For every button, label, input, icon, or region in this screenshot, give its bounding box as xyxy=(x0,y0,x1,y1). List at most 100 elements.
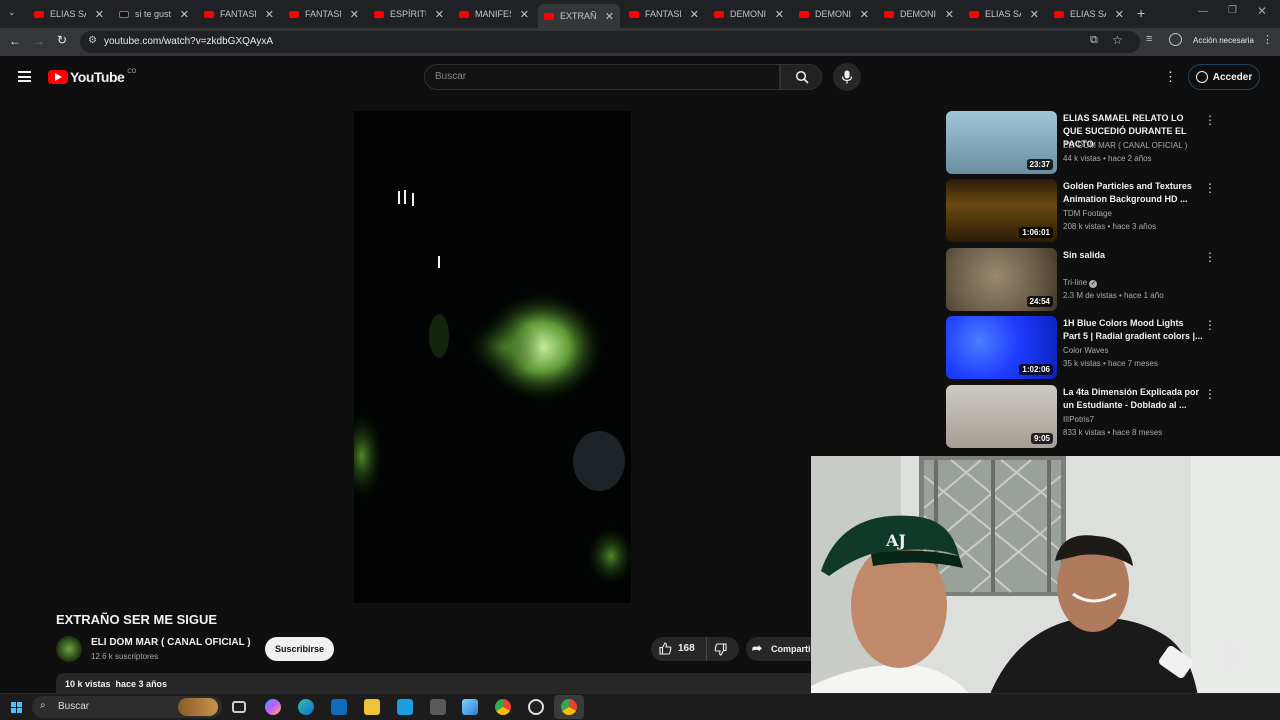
tab-search-chevron-icon[interactable]: ⌄ xyxy=(8,7,16,18)
install-app-icon[interactable]: ⧉ xyxy=(1090,34,1098,47)
back-arrow-icon[interactable]: ← xyxy=(9,34,21,48)
recommendation-channel-name: ELI DOM MAR ( CANAL OFICIAL ) xyxy=(1063,141,1188,150)
browser-tab[interactable]: MANIFEST ✕ xyxy=(453,4,535,24)
more-actions-icon[interactable]: ⋮ xyxy=(1204,113,1216,127)
search-input[interactable]: Buscar xyxy=(424,64,780,90)
tab-close-icon[interactable]: ✕ xyxy=(180,8,189,21)
minimize-window-button[interactable]: — xyxy=(1198,6,1208,17)
recommendation-item[interactable]: 23:37 ELIAS SAMAEL RELATO LO QUE SUCEDIÓ … xyxy=(946,111,1226,175)
signin-button[interactable]: Acceder xyxy=(1188,64,1260,90)
tab-close-icon[interactable]: ✕ xyxy=(350,8,359,21)
video-thumbnail[interactable]: 1:06:01 xyxy=(946,179,1057,242)
browser-tab[interactable]: si te gusta ✕ xyxy=(113,4,195,24)
more-actions-icon[interactable]: ⋮ xyxy=(1204,181,1216,195)
dislike-button[interactable] xyxy=(708,637,739,661)
more-actions-icon[interactable]: ⋮ xyxy=(1204,250,1216,264)
close-window-button[interactable]: ✕ xyxy=(1257,4,1267,18)
bookmark-star-icon[interactable]: ☆ xyxy=(1112,33,1123,47)
profile-icon[interactable] xyxy=(1169,33,1182,46)
tab-close-icon[interactable]: ✕ xyxy=(265,8,274,21)
file-explorer-icon[interactable] xyxy=(364,699,380,715)
tab-close-icon[interactable]: ✕ xyxy=(860,8,869,21)
address-bar[interactable]: ⚙ youtube.com/watch?v=zkdbGXQAyxA ⧉ ☆ xyxy=(80,31,1140,53)
browser-tab-label: ELIAS SAM xyxy=(50,9,86,19)
share-button[interactable]: ➦ Compartir xyxy=(746,637,816,661)
browser-tab[interactable]: DEMONIO ✕ xyxy=(878,4,960,24)
recommendation-title[interactable]: Golden Particles and Textures Animation … xyxy=(1063,180,1203,206)
voice-search-button[interactable] xyxy=(833,63,861,91)
outlook-icon[interactable] xyxy=(331,699,347,715)
action-required-button[interactable]: Acción necesaria xyxy=(1193,36,1254,45)
taskbar-search-box[interactable]: ⌕ Buscar xyxy=(32,696,222,718)
channel-name[interactable]: ELI DOM MAR ( CANAL OFICIAL ) xyxy=(91,637,251,648)
browser-tab[interactable]: FANTASM ✕ xyxy=(623,4,705,24)
tab-close-icon[interactable]: ✕ xyxy=(435,8,444,21)
tab-close-icon[interactable]: ✕ xyxy=(1030,8,1039,21)
browser-tab[interactable]: ESPÍRITU T ✕ xyxy=(368,4,450,24)
tab-close-icon[interactable]: ✕ xyxy=(775,8,784,21)
subscribe-button[interactable]: Suscribirse xyxy=(265,637,334,661)
copilot-icon[interactable] xyxy=(265,699,281,715)
tab-close-icon[interactable]: ✕ xyxy=(690,8,699,21)
recommendation-item[interactable]: 1:06:01 Golden Particles and Textures Ani… xyxy=(946,179,1226,243)
recommendation-channel[interactable]: TDM Footage xyxy=(1063,209,1112,218)
reload-icon[interactable]: ↻ xyxy=(57,33,67,47)
forward-arrow-icon[interactable]: → xyxy=(33,34,45,48)
windows-start-icon[interactable] xyxy=(11,702,22,713)
youtube-logo-text: YouTube xyxy=(70,69,125,85)
recommendation-item[interactable]: 1:02:06 1H Blue Colors Mood Lights Part 5… xyxy=(946,316,1226,380)
recommendation-channel[interactable]: Color Waves xyxy=(1063,346,1109,355)
tab-close-icon[interactable]: ✕ xyxy=(95,8,104,21)
channel-avatar[interactable] xyxy=(56,636,82,662)
browser-tab[interactable]: DEMONIO ✕ xyxy=(793,4,875,24)
tab-close-icon[interactable]: ✕ xyxy=(1115,8,1124,21)
browser-tab[interactable]: ELIAS SAM ✕ xyxy=(963,4,1045,24)
recommendation-channel[interactable]: ELI DOM MAR ( CANAL OFICIAL ) xyxy=(1063,141,1187,150)
task-view-icon[interactable] xyxy=(232,701,246,713)
recommendation-item[interactable]: 9:05 La 4ta Dimensión Explicada por un Es… xyxy=(946,385,1226,449)
description-box[interactable]: 10 k vistas hace 3 años xyxy=(56,673,816,693)
browser-tab[interactable]: FANTASM ✕ xyxy=(283,4,365,24)
video-player[interactable] xyxy=(354,111,631,603)
recommendation-channel[interactable]: IlIPotris7 xyxy=(1063,415,1094,424)
browser-tab-label: si te gusta xyxy=(135,9,171,19)
recommendation-title[interactable]: 1H Blue Colors Mood Lights Part 5 | Radi… xyxy=(1063,317,1203,343)
more-actions-icon[interactable]: ⋮ xyxy=(1204,318,1216,332)
new-tab-button[interactable]: + xyxy=(1137,5,1145,21)
tab-close-icon[interactable]: ✕ xyxy=(605,10,614,23)
recommendation-title[interactable]: La 4ta Dimensión Explicada por un Estudi… xyxy=(1063,386,1203,412)
recommendation-item[interactable]: 24:54 Sin salida Tri-line ✓ 2.3 M de vistas… xyxy=(946,248,1226,312)
site-info-icon[interactable]: ⚙ xyxy=(88,35,97,46)
chrome-icon[interactable] xyxy=(495,699,511,715)
browser-tab[interactable]: EXTRAÑO ✕ xyxy=(538,4,620,28)
more-actions-icon[interactable]: ⋮ xyxy=(1204,387,1216,401)
youtube-logo[interactable]: YouTube CO xyxy=(48,69,136,85)
restore-window-button[interactable]: ❐ xyxy=(1228,5,1237,16)
video-thumbnail[interactable]: 24:54 xyxy=(946,248,1057,311)
edge-icon[interactable] xyxy=(298,699,314,715)
hamburger-menu-icon[interactable] xyxy=(18,71,31,82)
video-thumbnail[interactable]: 23:37 xyxy=(946,111,1057,174)
recommendation-channel[interactable]: Tri-line ✓ xyxy=(1063,278,1098,288)
browser-tab[interactable]: FANTASM ✕ xyxy=(198,4,280,24)
taskbar-search-label: Buscar xyxy=(58,701,90,712)
like-button[interactable]: 168 xyxy=(651,637,707,661)
browser-menu-icon[interactable]: ⋮ xyxy=(1262,33,1273,46)
calculator-icon[interactable] xyxy=(430,699,446,715)
notes-app-icon[interactable] xyxy=(462,699,478,715)
media-queue-icon[interactable]: ≡ xyxy=(1146,33,1152,45)
search-button[interactable] xyxy=(780,64,822,90)
views-and-date: 10 k vistas hace 3 años xyxy=(65,679,168,689)
chrome-profile-icon[interactable] xyxy=(561,699,577,715)
tab-close-icon[interactable]: ✕ xyxy=(520,8,529,21)
browser-tab[interactable]: ELIAS SAM ✕ xyxy=(28,4,110,24)
browser-tab[interactable]: ELIAS SAM ✕ xyxy=(1048,4,1130,24)
video-thumbnail[interactable]: 1:02:06 xyxy=(946,316,1057,379)
browser-tab[interactable]: DEMONIO ✕ xyxy=(708,4,790,24)
recommendation-title[interactable]: Sin salida xyxy=(1063,249,1203,262)
settings-more-icon[interactable]: ⋮ xyxy=(1164,69,1177,85)
tab-close-icon[interactable]: ✕ xyxy=(945,8,954,21)
obs-icon[interactable] xyxy=(528,699,544,715)
store-icon[interactable] xyxy=(397,699,413,715)
video-thumbnail[interactable]: 9:05 xyxy=(946,385,1057,448)
